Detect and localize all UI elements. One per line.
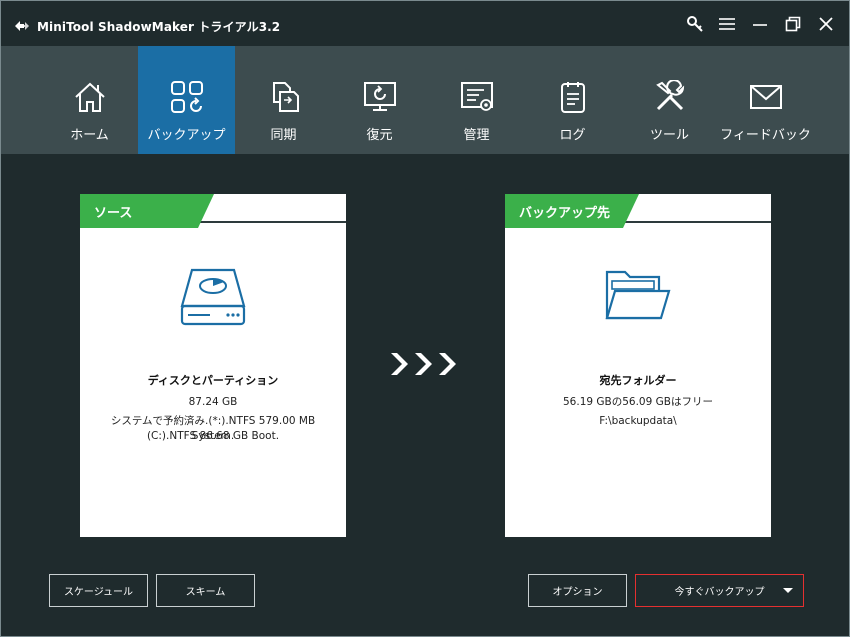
source-detail-line2: (C:).NTFS 86.68 GB Boot.: [146, 430, 280, 442]
schedule-button[interactable]: スケージュール: [49, 574, 148, 607]
destination-path: F:\backupdata\: [599, 415, 677, 427]
app-title: MiniTool ShadowMaker トライアル3.2: [37, 20, 281, 34]
nav-item-feedback[interactable]: フィードバック: [717, 46, 814, 154]
destination-tab-label: バックアップ先: [505, 194, 639, 228]
close-icon: [819, 17, 833, 31]
backup-now-label: 今すぐバックアップ: [674, 587, 765, 598]
hard-disk-icon: [180, 268, 246, 326]
sync-icon: [272, 82, 299, 112]
nav-label-manage: 管理: [463, 128, 490, 143]
app-window: MiniTool ShadowMaker トライアル3.2 ホーム バックアップ…: [0, 0, 850, 637]
nav-label-backup: バックアップ: [147, 128, 226, 143]
folder-icon: [605, 270, 671, 320]
destination-card[interactable]: バックアップ先 宛先フォルダー 56.19 GBの56.09 GBはフリー F:…: [505, 194, 771, 537]
restore-button[interactable]: [780, 11, 806, 37]
nav-item-restore[interactable]: 復元: [331, 46, 428, 154]
backup-now-button[interactable]: 今すぐバックアップ: [635, 574, 804, 607]
nav-label-home: ホーム: [70, 128, 109, 143]
minimize-icon: [753, 24, 767, 26]
chevrons-right-icon: [391, 353, 456, 375]
nav-label-tools: ツール: [649, 128, 689, 143]
destination-space: 56.19 GBの56.09 GBはフリー: [563, 396, 713, 408]
home-icon: [74, 82, 105, 112]
source-title: ディスクとパーティション: [147, 374, 279, 387]
minimize-button[interactable]: [747, 11, 773, 37]
dropdown-arrow-icon[interactable]: [783, 588, 793, 593]
manage-icon: [460, 82, 493, 111]
nav-item-log[interactable]: ログ: [524, 46, 621, 154]
feedback-icon: [749, 85, 782, 109]
nav-item-home[interactable]: ホーム: [41, 46, 138, 154]
source-card[interactable]: ソース ディスクとパーティション 87.24 GB システムで予約済み.(*:)…: [80, 194, 346, 537]
nav-item-sync[interactable]: 同期: [235, 46, 332, 154]
key-button[interactable]: [682, 11, 708, 37]
key-icon: [687, 16, 703, 32]
menu-icon: [719, 18, 735, 30]
tools-icon: [655, 80, 684, 111]
scheme-button[interactable]: スキーム: [156, 574, 255, 607]
nav-item-manage[interactable]: 管理: [428, 46, 525, 154]
main-nav: ホーム バックアップ 同期 復元 管理 ログ ツール フィードバック: [1, 46, 849, 154]
backup-icon: [170, 81, 203, 113]
nav-item-tools[interactable]: ツール: [621, 46, 718, 154]
menu-button[interactable]: [714, 11, 740, 37]
restore-window-icon: [785, 16, 801, 32]
restore-icon: [363, 82, 396, 111]
source-size: 87.24 GB: [188, 396, 238, 408]
options-button[interactable]: オプション: [528, 574, 627, 607]
destination-title: 宛先フォルダー: [599, 374, 677, 387]
title-bar: MiniTool ShadowMaker トライアル3.2: [1, 1, 849, 46]
source-tab-label: ソース: [80, 194, 214, 228]
app-logo-icon: [15, 21, 29, 31]
nav-label-restore: 復元: [366, 128, 393, 143]
nav-label-log: ログ: [559, 128, 586, 143]
nav-label-feedback: フィードバック: [720, 128, 811, 143]
log-icon: [560, 82, 585, 113]
close-button[interactable]: [813, 11, 839, 37]
nav-label-sync: 同期: [270, 128, 297, 143]
nav-item-backup[interactable]: バックアップ: [138, 46, 235, 154]
